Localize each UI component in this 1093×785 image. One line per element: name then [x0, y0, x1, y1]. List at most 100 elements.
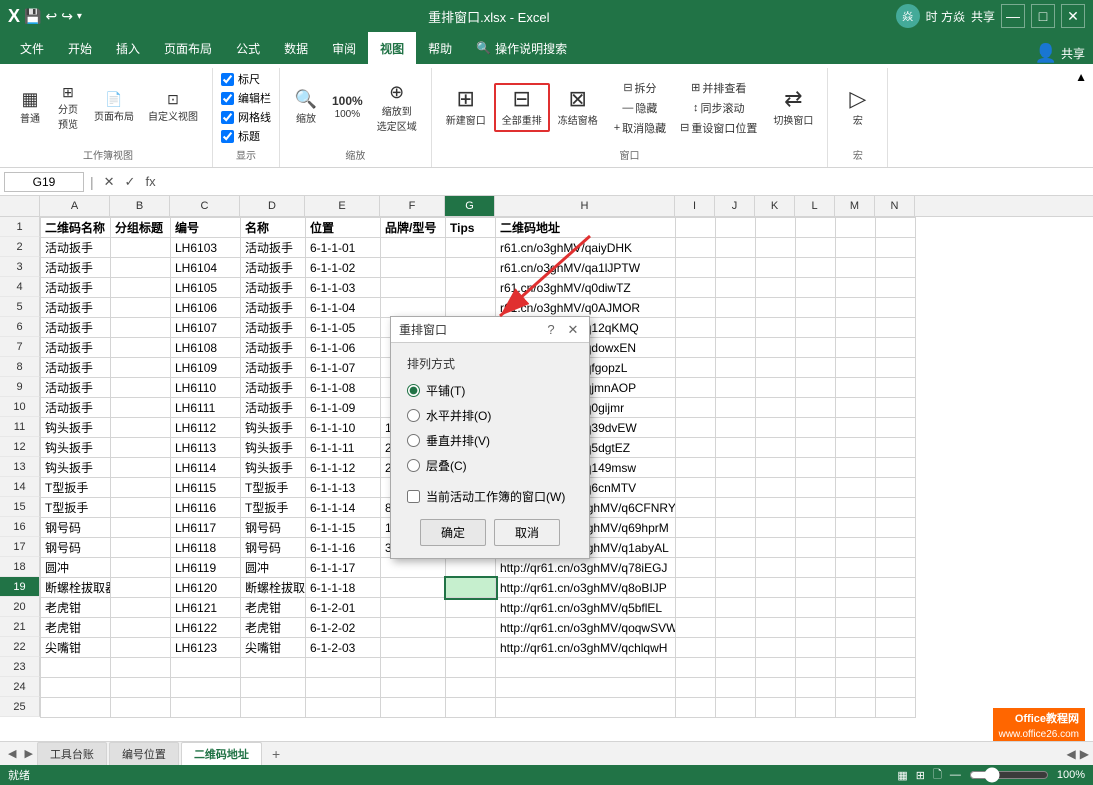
table-cell[interactable]: LH6115: [171, 478, 241, 498]
row-num-16[interactable]: 16: [0, 517, 40, 537]
ribbon-collapse-button[interactable]: ▲: [1073, 68, 1089, 167]
table-cell[interactable]: [836, 698, 876, 718]
table-cell[interactable]: LH6118: [171, 538, 241, 558]
table-cell[interactable]: LH6113: [171, 438, 241, 458]
table-cell[interactable]: 钩头扳手: [241, 438, 306, 458]
table-cell[interactable]: [876, 558, 916, 578]
table-cell[interactable]: [836, 598, 876, 618]
table-cell[interactable]: [676, 598, 716, 618]
arrange-all-button[interactable]: ⊟ 全部重排: [494, 83, 550, 132]
table-cell[interactable]: LH6105: [171, 278, 241, 298]
table-cell[interactable]: [756, 518, 796, 538]
table-cell[interactable]: [876, 238, 916, 258]
table-cell[interactable]: [676, 478, 716, 498]
zoom-slider[interactable]: [969, 767, 1049, 783]
table-cell[interactable]: T型扳手: [241, 498, 306, 518]
table-cell[interactable]: [836, 258, 876, 278]
table-cell[interactable]: http://qr61.cn/o3ghMV/qoqwSVW: [496, 618, 676, 638]
table-cell[interactable]: [796, 638, 836, 658]
row-num-6[interactable]: 6: [0, 317, 40, 337]
table-cell[interactable]: 圆冲: [241, 558, 306, 578]
table-cell[interactable]: 6-1-1-05: [306, 318, 381, 338]
row-num-7[interactable]: 7: [0, 337, 40, 357]
table-cell[interactable]: [796, 478, 836, 498]
table-cell[interactable]: 活动扳手: [41, 358, 111, 378]
table-cell[interactable]: [796, 418, 836, 438]
row-num-23[interactable]: 23: [0, 657, 40, 677]
checkbox-headings[interactable]: [221, 130, 234, 143]
close-button[interactable]: ✕: [1061, 4, 1085, 28]
table-cell[interactable]: [836, 678, 876, 698]
table-cell[interactable]: LH6120: [171, 578, 241, 598]
col-header-j[interactable]: J: [715, 196, 755, 216]
table-cell[interactable]: 活动扳手: [41, 398, 111, 418]
dialog-close-button[interactable]: ✕: [565, 322, 581, 338]
table-cell[interactable]: [756, 638, 796, 658]
table-cell[interactable]: [676, 678, 716, 698]
table-cell[interactable]: [111, 418, 171, 438]
table-cell[interactable]: [716, 518, 756, 538]
table-cell[interactable]: [836, 218, 876, 238]
table-cell[interactable]: 6-1-1-17: [306, 558, 381, 578]
tab-help[interactable]: 帮助: [416, 32, 464, 64]
table-cell[interactable]: [446, 678, 496, 698]
radio-tile-input[interactable]: [407, 384, 420, 397]
table-cell[interactable]: [876, 478, 916, 498]
table-cell[interactable]: [836, 338, 876, 358]
table-cell[interactable]: [716, 278, 756, 298]
table-cell[interactable]: [716, 638, 756, 658]
col-header-b[interactable]: B: [110, 196, 170, 216]
table-cell[interactable]: T型扳手: [41, 498, 111, 518]
table-cell[interactable]: 活动扳手: [41, 338, 111, 358]
zoom-selection-button[interactable]: ⊕ 缩放到选定区域: [371, 80, 423, 136]
table-cell[interactable]: [111, 638, 171, 658]
table-cell[interactable]: [796, 378, 836, 398]
save-icon[interactable]: 💾: [24, 8, 41, 25]
row-num-8[interactable]: 8: [0, 357, 40, 377]
name-box[interactable]: [4, 172, 84, 192]
col-header-h[interactable]: H: [495, 196, 675, 216]
cancel-formula-btn[interactable]: ✕: [100, 173, 119, 191]
table-cell[interactable]: [876, 578, 916, 598]
table-cell[interactable]: [756, 318, 796, 338]
col-header-m[interactable]: M: [835, 196, 875, 216]
table-cell[interactable]: [716, 658, 756, 678]
row-num-10[interactable]: 10: [0, 397, 40, 417]
table-cell[interactable]: [111, 298, 171, 318]
table-cell[interactable]: [716, 238, 756, 258]
table-cell[interactable]: [876, 598, 916, 618]
unhide-button[interactable]: + 取消隐藏: [610, 119, 670, 137]
tab-start[interactable]: 开始: [56, 32, 104, 64]
table-cell[interactable]: [716, 318, 756, 338]
add-sheet-button[interactable]: +: [264, 743, 288, 765]
table-cell[interactable]: 名称: [241, 218, 306, 238]
radio-vertical[interactable]: 垂直并排(V): [407, 432, 573, 449]
table-cell[interactable]: 活动扳手: [41, 378, 111, 398]
table-cell[interactable]: [716, 438, 756, 458]
table-cell[interactable]: 品牌/型号: [381, 218, 446, 238]
tab-search[interactable]: 🔍 操作说明搜索: [464, 32, 579, 64]
table-cell[interactable]: [876, 618, 916, 638]
redo-icon[interactable]: ↪: [61, 8, 73, 25]
table-cell[interactable]: [796, 538, 836, 558]
table-cell[interactable]: [676, 378, 716, 398]
tab-file[interactable]: 文件: [8, 32, 56, 64]
table-cell[interactable]: [111, 258, 171, 278]
table-cell[interactable]: [756, 358, 796, 378]
table-cell[interactable]: 钢号码: [41, 518, 111, 538]
restore-button[interactable]: □: [1031, 4, 1055, 28]
table-cell[interactable]: [496, 658, 676, 678]
table-cell[interactable]: [756, 458, 796, 478]
table-cell[interactable]: [676, 498, 716, 518]
table-cell[interactable]: [171, 698, 241, 718]
table-cell[interactable]: [381, 658, 446, 678]
table-cell[interactable]: 圆冲: [41, 558, 111, 578]
table-cell[interactable]: LH6103: [171, 238, 241, 258]
table-cell[interactable]: [716, 418, 756, 438]
table-cell[interactable]: [111, 378, 171, 398]
formula-input[interactable]: [164, 173, 1089, 191]
table-cell[interactable]: [796, 398, 836, 418]
table-cell[interactable]: [716, 258, 756, 278]
table-cell[interactable]: [796, 218, 836, 238]
table-cell[interactable]: [836, 538, 876, 558]
